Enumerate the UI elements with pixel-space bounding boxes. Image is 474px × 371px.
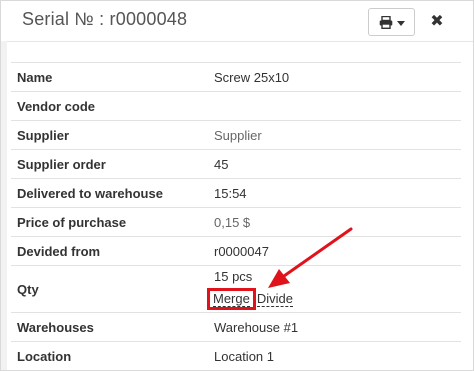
serial-details-modal: Serial № : r0000048 ✖ Name Screw 25x10 V… [0,0,474,371]
row-label: Devided from [11,236,208,266]
table-row: Supplier order 45 [11,149,461,179]
close-icon: ✖ [430,13,444,30]
row-value: Screw 25x10 [208,62,461,92]
warehouses-label: Warehouses [11,312,208,342]
details-table: Name Screw 25x10 Vendor code Supplier Su… [11,62,461,370]
row-value [208,91,461,121]
row-label: Supplier [11,120,208,150]
merge-highlight-box: Merge [207,288,256,310]
row-label: Price of purchase [11,207,208,237]
print-dropdown-button[interactable] [368,8,415,36]
row-label: Vendor code [11,91,208,121]
modal-header: Serial № : r0000048 ✖ [1,1,473,42]
table-row: Warehouses Warehouse #1 [11,312,461,342]
row-value: 15:54 [208,178,461,208]
row-value: 45 [208,149,461,179]
modal-body: Name Screw 25x10 Vendor code Supplier Su… [1,41,473,370]
merge-link[interactable]: Merge [213,291,250,307]
qty-actions: Merge Divide [207,288,461,310]
table-row: Location Location 1 [11,341,461,370]
table-row: Vendor code [11,91,461,121]
row-value: 0,15 $ [208,207,461,237]
qty-value: 15 pcs [214,269,253,284]
table-row: Delivered to warehouse 15:54 [11,178,461,208]
divide-link[interactable]: Divide [256,291,293,307]
warehouses-value: Warehouse #1 [208,312,461,342]
table-row: Devided from r0000047 [11,236,461,266]
table-row: Supplier Supplier [11,120,461,150]
location-label: Location [11,341,208,370]
qty-row: Qty 15 pcs Merge Divide [11,265,461,313]
table-row: Name Screw 25x10 [11,62,461,92]
row-label: Delivered to warehouse [11,178,208,208]
row-label: Name [11,62,208,92]
chevron-down-icon [396,20,405,26]
qty-label: Qty [11,265,208,313]
qty-cell: 15 pcs Merge Divide [207,265,461,313]
printer-icon [379,15,393,29]
row-value: Supplier [208,120,461,150]
row-label: Supplier order [11,149,208,179]
location-value: Location 1 [208,341,461,370]
table-row: Price of purchase 0,15 $ [11,207,461,237]
close-button[interactable]: ✖ [427,9,447,33]
row-value: r0000047 [208,236,461,266]
modal-title: Serial № : r0000048 [22,9,188,29]
